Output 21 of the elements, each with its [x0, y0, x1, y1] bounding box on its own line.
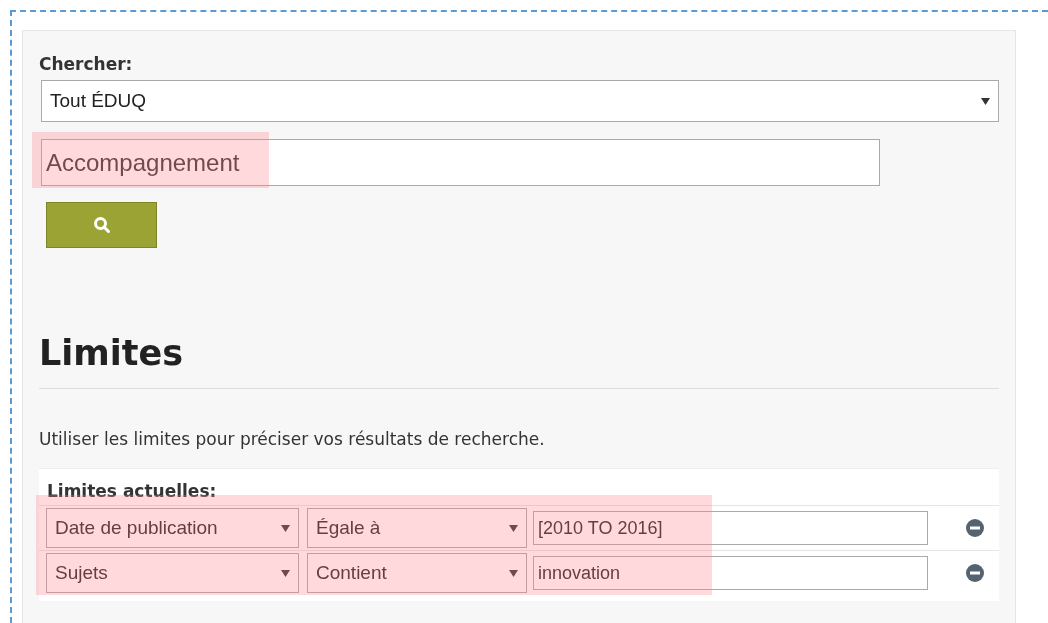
- caret-icon: [509, 569, 518, 577]
- search-icon: [92, 216, 111, 234]
- caret-icon: [281, 569, 290, 577]
- scope-dropdown[interactable]: Tout ÉDUQ: [41, 80, 999, 122]
- search-label: Chercher:: [39, 53, 134, 76]
- section-heading: Limites: [39, 330, 999, 389]
- operator-dropdown[interactable]: Égale à: [307, 508, 527, 548]
- search-field[interactable]: Accompagnement: [41, 139, 880, 186]
- operator-dropdown[interactable]: Contient: [307, 553, 527, 593]
- caret-icon: [281, 524, 290, 532]
- value-field[interactable]: innovation: [533, 556, 928, 590]
- remove-icon[interactable]: [966, 564, 984, 582]
- remove-icon[interactable]: [966, 519, 984, 537]
- caret-icon: [981, 97, 990, 105]
- caret-icon: [509, 524, 518, 532]
- value-field[interactable]: [2010 TO 2016]: [533, 511, 928, 545]
- field-dropdown[interactable]: Sujets: [46, 553, 299, 593]
- field-dropdown[interactable]: Date de publication: [46, 508, 299, 548]
- search-button[interactable]: [46, 202, 157, 248]
- current-limits-label: Limites actuelles:: [46, 480, 218, 503]
- description-text: Utiliser les limites pour préciser vos résultats de recherche.: [39, 429, 546, 451]
